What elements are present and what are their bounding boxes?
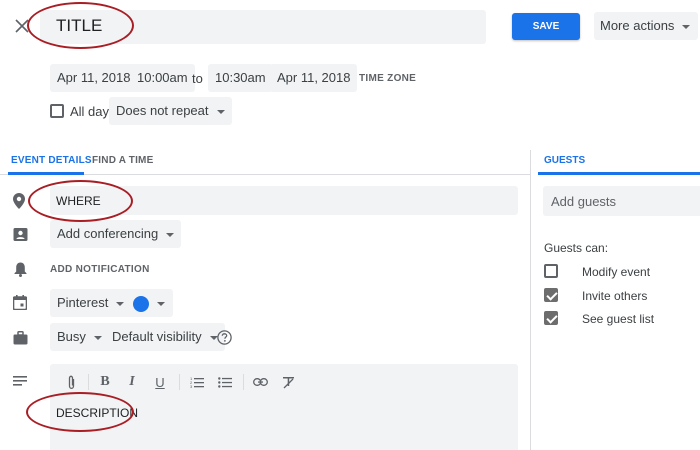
- visibility-dropdown[interactable]: Default visibility: [105, 323, 225, 351]
- timezone-link[interactable]: TIME ZONE: [359, 73, 416, 84]
- bulleted-list-icon[interactable]: [217, 372, 233, 392]
- add-conferencing-dropdown[interactable]: Add conferencing: [50, 220, 182, 248]
- save-button[interactable]: SAVE: [512, 13, 580, 40]
- location-pin-icon: [11, 192, 27, 210]
- start-time-value: 10:00am: [137, 70, 188, 85]
- modify-event-label: Modify event: [582, 265, 651, 279]
- toolbar-separator: [88, 374, 89, 390]
- description-value: DESCRIPTION: [56, 406, 139, 420]
- start-date-value: Apr 11, 2018: [57, 70, 131, 85]
- end-time-value: 10:30am: [215, 70, 266, 85]
- invite-others-label: Invite others: [582, 289, 648, 303]
- numbered-list-icon[interactable]: 123: [189, 372, 205, 392]
- close-icon[interactable]: [12, 16, 32, 36]
- add-notification-link[interactable]: ADD NOTIFICATION: [50, 264, 150, 275]
- visibility-value: Default visibility: [112, 329, 202, 344]
- italic-icon[interactable]: I: [125, 372, 139, 392]
- chevron-down-icon: [166, 232, 175, 237]
- description-lines-icon: [12, 374, 28, 388]
- busy-dropdown[interactable]: Busy: [50, 323, 109, 351]
- calendar-value: Pinterest: [57, 295, 109, 310]
- add-guests-input[interactable]: Add guests: [543, 186, 700, 216]
- modify-event-checkbox[interactable]: [544, 264, 558, 278]
- event-color-swatch: [133, 295, 149, 312]
- conferencing-label: Add conferencing: [57, 226, 159, 241]
- to-label: to: [192, 71, 203, 86]
- svg-text:3: 3: [190, 384, 193, 388]
- see-guest-list-checkbox[interactable]: [544, 311, 558, 325]
- more-actions-label: More actions: [600, 18, 675, 33]
- guests-can-label: Guests can:: [544, 241, 609, 255]
- event-color-dropdown[interactable]: [125, 289, 173, 317]
- toolbar-separator: [243, 374, 244, 390]
- link-icon[interactable]: [252, 372, 268, 392]
- tab-event-details[interactable]: EVENT DETAILS: [11, 155, 92, 166]
- title-value: TITLE: [56, 16, 103, 35]
- bold-icon[interactable]: B: [98, 372, 112, 392]
- end-date-field[interactable]: Apr 11, 2018: [270, 64, 358, 92]
- repeat-value: Does not repeat: [116, 103, 209, 118]
- bell-icon: [12, 261, 28, 277]
- calendar-dropdown[interactable]: Pinterest: [50, 289, 132, 317]
- conferencing-icon: [12, 226, 28, 242]
- chevron-down-icon: [216, 109, 225, 114]
- column-divider: [530, 150, 531, 450]
- save-label: SAVE: [532, 21, 560, 32]
- invite-others-checkbox[interactable]: [544, 288, 558, 302]
- help-icon[interactable]: [216, 329, 232, 345]
- all-day-checkbox[interactable]: [50, 104, 64, 118]
- tab-find-a-time[interactable]: FIND A TIME: [92, 155, 153, 166]
- chevron-down-icon: [116, 301, 125, 306]
- start-date-field[interactable]: Apr 11, 2018: [50, 64, 138, 92]
- all-day-label: All day: [70, 104, 110, 119]
- location-value: WHERE: [56, 194, 101, 208]
- location-input[interactable]: WHERE: [50, 186, 518, 215]
- guests-tab-underline: [538, 172, 700, 175]
- end-date-value: Apr 11, 2018: [277, 70, 351, 85]
- tab-guests[interactable]: GUESTS: [544, 155, 585, 166]
- busy-value: Busy: [57, 329, 86, 344]
- calendar-icon: [12, 294, 28, 310]
- tab-active-indicator: [8, 172, 84, 175]
- underline-icon[interactable]: U: [153, 372, 167, 392]
- toolbar-separator: [179, 374, 180, 390]
- more-actions-button[interactable]: More actions: [594, 12, 699, 40]
- add-guests-placeholder: Add guests: [551, 194, 617, 209]
- remove-formatting-icon[interactable]: [280, 372, 296, 392]
- briefcase-icon: [12, 330, 28, 346]
- chevron-down-icon: [682, 24, 691, 29]
- chevron-down-icon: [93, 335, 102, 340]
- repeat-dropdown[interactable]: Does not repeat: [109, 97, 232, 125]
- end-time-field[interactable]: 10:30am: [208, 64, 273, 92]
- see-guest-list-label: See guest list: [582, 312, 655, 326]
- attachment-icon[interactable]: [63, 372, 79, 392]
- chevron-down-icon: [157, 301, 165, 306]
- start-time-field[interactable]: 10:00am: [130, 64, 195, 92]
- title-input[interactable]: TITLE: [40, 10, 486, 44]
